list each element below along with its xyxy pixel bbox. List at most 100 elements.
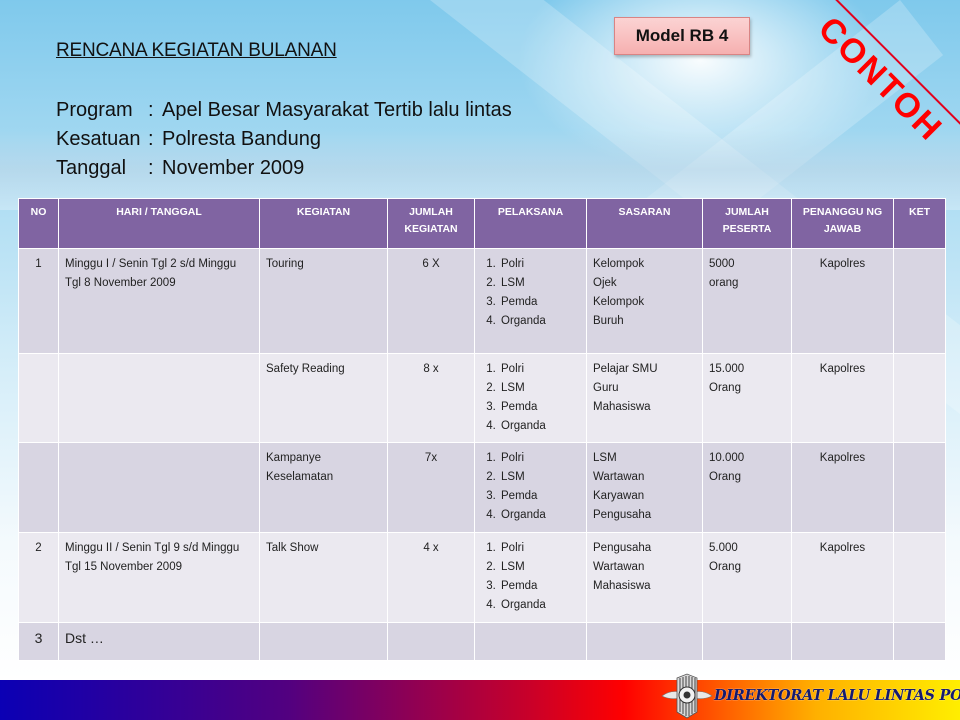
column-header-no: NO: [18, 198, 59, 249]
sasaran-item: Karyawan: [593, 490, 645, 502]
cell-jumlah-kegiatan: 7x: [387, 442, 475, 533]
cell-ket: [893, 442, 946, 533]
cell-ket: [893, 532, 946, 623]
pelaksana-item: Polri: [499, 360, 580, 379]
cell-sasaran: Kelompok Ojek Kelompok Buruh: [586, 248, 703, 354]
sasaran-item: Wartawan: [593, 561, 645, 573]
pelaksana-item: Polri: [499, 255, 580, 274]
footer-banner-text: DIREKTORAT LALU LINTAS POLRI: [714, 687, 960, 704]
cell-hari-tanggal: Minggu I / Senin Tgl 2 s/d Minggu Tgl 8 …: [58, 248, 260, 354]
jumlah-peserta-line: 10.000: [709, 452, 745, 464]
cell-jumlah-peserta: 5.000 Orang: [702, 532, 792, 623]
cell-penanggung-jawab: Kapolres: [791, 248, 894, 354]
cell-sasaran: LSM Wartawan Karyawan Pengusaha: [586, 442, 703, 533]
meta-value: November 2009: [162, 157, 305, 179]
cell-penanggung-jawab: Kapolres: [791, 353, 894, 443]
meta-value: Apel Besar Masyarakat Tertib lalu lintas: [162, 99, 512, 121]
program-meta: Program : Apel Besar Masyarakat Tertib l…: [56, 96, 512, 183]
pelaksana-item: Pemda: [499, 293, 580, 312]
jumlah-peserta-line: 5.000: [709, 542, 738, 554]
jumlah-peserta-line: Orang: [709, 382, 741, 394]
sasaran-item: Buruh: [593, 315, 624, 327]
pelaksana-item: Pemda: [499, 487, 580, 506]
cell-hari-tanggal: Dst …: [58, 622, 260, 661]
pelaksana-item: Organda: [499, 417, 580, 436]
pelaksana-item: LSM: [499, 558, 580, 577]
cell-kegiatan: Kampanye Keselamatan: [259, 442, 388, 533]
sasaran-item: Mahasiswa: [593, 580, 651, 592]
cell-no: [18, 353, 59, 443]
cell-kegiatan: Talk Show: [259, 532, 388, 623]
column-header-ket: KET: [893, 198, 946, 249]
sasaran-item: Kelompok: [593, 296, 645, 308]
table-header-row: NO HARI / TANGGAL KEGIATAN JUMLAH KEGIAT…: [18, 198, 946, 249]
cell-no: 2: [18, 532, 59, 623]
cell-ket: [893, 622, 946, 661]
cell-no: 3: [18, 622, 59, 661]
meta-tanggal: Tanggal : November 2009: [56, 154, 512, 183]
pelaksana-item: LSM: [499, 468, 580, 487]
pelaksana-list: PolriLSMPemdaOrganda: [481, 255, 580, 331]
sasaran-item: Pengusaha: [593, 509, 652, 521]
cell-penanggung-jawab: [791, 622, 894, 661]
cell-sasaran: Pengusaha Wartawan Mahasiswa: [586, 532, 703, 623]
sasaran-item: Guru: [593, 382, 619, 394]
pelaksana-item: Organda: [499, 596, 580, 615]
pelaksana-item: Pemda: [499, 398, 580, 417]
meta-label: Program: [56, 99, 133, 121]
jumlah-peserta-line: Orang: [709, 561, 741, 573]
pelaksana-list: PolriLSMPemdaOrganda: [481, 539, 580, 615]
sasaran-item: Pelajar SMU: [593, 363, 658, 375]
cell-hari-tanggal: [58, 442, 260, 533]
column-header-sasaran: SASARAN: [586, 198, 703, 249]
column-header-penanggung-jawab: PENANGGU NG JAWAB: [791, 198, 894, 249]
sasaran-item: Ojek: [593, 277, 617, 289]
column-header-kegiatan: KEGIATAN: [259, 198, 388, 249]
cell-kegiatan: Safety Reading: [259, 353, 388, 443]
cell-jumlah-kegiatan: [387, 622, 475, 661]
table-row: 1 Minggu I / Senin Tgl 2 s/d Minggu Tgl 8…: [18, 248, 946, 354]
meta-separator: :: [148, 157, 154, 179]
cell-jumlah-peserta: [702, 622, 792, 661]
cell-jumlah-peserta: 5000 orang: [702, 248, 792, 354]
model-badge: Model RB 4: [614, 17, 750, 55]
pelaksana-item: Organda: [499, 506, 580, 525]
cell-pelaksana: PolriLSMPemdaOrganda: [474, 442, 587, 533]
cell-no: [18, 442, 59, 533]
table-row: 2 Minggu II / Senin Tgl 9 s/d Minggu Tgl …: [18, 532, 946, 623]
meta-kesatuan: Kesatuan : Polresta Bandung: [56, 125, 512, 154]
pelaksana-list: PolriLSMPemdaOrganda: [481, 360, 580, 436]
cell-pelaksana: PolriLSMPemdaOrganda: [474, 532, 587, 623]
cell-pelaksana: [474, 622, 587, 661]
cell-pelaksana: PolriLSMPemdaOrganda: [474, 353, 587, 443]
column-header-pelaksana: PELAKSANA: [474, 198, 587, 249]
cell-jumlah-kegiatan: 4 x: [387, 532, 475, 623]
table-row: 3 Dst …: [18, 622, 946, 661]
pelaksana-item: Organda: [499, 312, 580, 331]
cell-penanggung-jawab: Kapolres: [791, 532, 894, 623]
pelaksana-item: LSM: [499, 274, 580, 293]
jumlah-peserta-line: 15.000: [709, 363, 745, 375]
meta-label: Kesatuan: [56, 128, 141, 150]
jumlah-peserta-line: orang: [709, 277, 739, 289]
cell-hari-tanggal: [58, 353, 260, 443]
pelaksana-item: Pemda: [499, 577, 580, 596]
column-header-jumlah-kegiatan: JUMLAH KEGIATAN: [387, 198, 475, 249]
cell-no: 1: [18, 248, 59, 354]
sasaran-item: Wartawan: [593, 471, 645, 483]
table-row: Kampanye Keselamatan7xPolriLSMPemdaOrgan…: [18, 442, 946, 533]
cell-hari-tanggal: Minggu II / Senin Tgl 9 s/d Minggu Tgl 1…: [58, 532, 260, 623]
sasaran-item: Mahasiswa: [593, 401, 651, 413]
table-row: Safety Reading8 xPolriLSMPemdaOrgandaPel…: [18, 353, 946, 443]
jumlah-peserta-line: 5000: [709, 258, 735, 270]
cell-ket: [893, 248, 946, 354]
meta-separator: :: [148, 128, 154, 150]
page-title: RENCANA KEGIATAN BULANAN: [56, 40, 337, 61]
cell-jumlah-peserta: 10.000 Orang: [702, 442, 792, 533]
police-emblem-icon: [661, 673, 713, 719]
cell-ket: [893, 353, 946, 443]
cell-jumlah-kegiatan: 6 X: [387, 248, 475, 354]
meta-separator: :: [148, 99, 154, 121]
meta-program: Program : Apel Besar Masyarakat Tertib l…: [56, 96, 512, 125]
pelaksana-item: Polri: [499, 449, 580, 468]
